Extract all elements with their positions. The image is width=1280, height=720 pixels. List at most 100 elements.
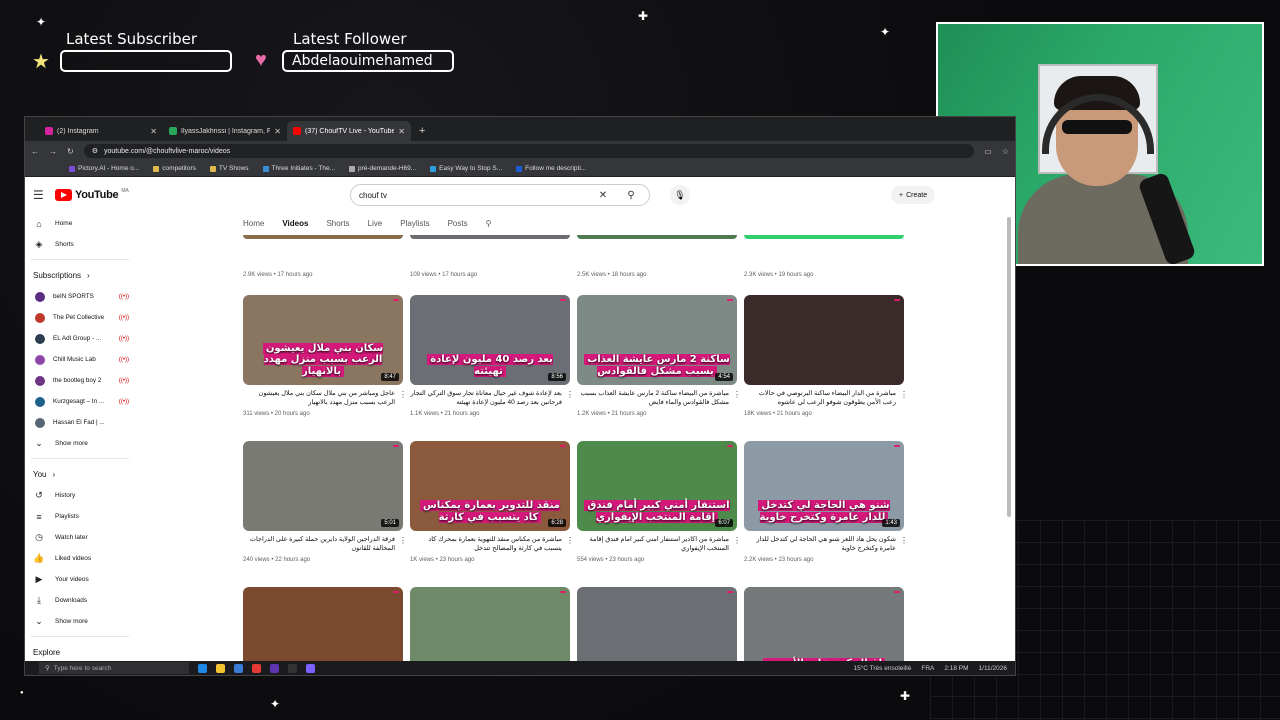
cast-icon[interactable]: ▭ xyxy=(984,147,992,156)
video-title[interactable]: شكون يحل هاد اللغز شنو هي الحاجة لي كتدخ… xyxy=(744,536,904,554)
video-thumbnail[interactable]: 5:01 xyxy=(243,441,403,531)
subscription-item[interactable]: The Pet Collective ((•)) xyxy=(31,307,135,328)
edge-icon[interactable] xyxy=(198,663,207,673)
bookmark-item[interactable]: Easy Way to Stop S... xyxy=(430,165,502,172)
sidebar-item-liked-videos[interactable]: 👍 Liked videos xyxy=(31,548,135,569)
video-title[interactable]: مباشرة من اكادير استنفار أمني كبير امام … xyxy=(577,536,737,554)
video-card[interactable]: بعد رصد 40 مليون لإعادة تهيئته 8:56 بعد لإ… xyxy=(410,295,574,417)
video-thumbnail-partial[interactable] xyxy=(744,235,904,239)
bookmark-item[interactable]: Three Initiates - The... xyxy=(262,165,335,172)
bookmark-item[interactable]: competitors xyxy=(153,165,196,172)
tab-posts[interactable]: Posts xyxy=(448,219,468,228)
reload-icon[interactable]: ↻ xyxy=(67,147,74,156)
forward-icon[interactable]: → xyxy=(49,147,57,156)
store-icon[interactable] xyxy=(234,663,243,673)
video-thumbnail[interactable]: سكان بني ملال يعيشون الرعب بسبب منزل مهد… xyxy=(243,295,403,385)
close-icon[interactable]: ✕ xyxy=(274,127,281,136)
clear-icon[interactable]: ✕ xyxy=(593,190,613,201)
tab-videos[interactable]: Videos xyxy=(282,219,308,228)
sidebar-item-history[interactable]: ↺ History xyxy=(31,485,135,506)
more-options-icon[interactable]: ⋮ xyxy=(733,536,741,545)
chrome-icon[interactable] xyxy=(252,663,261,673)
video-card[interactable]: استنفار أمني كبير أمام فندق إقامة المنتخ… xyxy=(577,441,741,563)
show-more-subscriptions[interactable]: ⌄ Show more xyxy=(31,433,135,454)
subscription-item[interactable]: Hassan El Fad | ... xyxy=(31,412,135,433)
more-options-icon[interactable]: ⋮ xyxy=(566,390,574,399)
back-icon[interactable]: ← xyxy=(31,147,39,156)
video-title[interactable]: بعد لإعادة شوف غير حيال معاناة تجار سوق … xyxy=(410,390,570,408)
url-field[interactable]: ⚙ youtube.com/@chouftvlive-maroc/videos xyxy=(83,144,975,158)
browser-tab[interactable]: (2) Instagram ✕ xyxy=(39,121,163,141)
video-title[interactable]: فرقة الدراجين الولاية دايرين حملة كبيرة … xyxy=(243,536,403,554)
video-thumbnail[interactable]: استنفار أمني كبير أمام فندق إقامة المنتخ… xyxy=(577,441,737,531)
channel-search-icon[interactable]: ⚲ xyxy=(486,219,492,228)
video-title-partial[interactable] xyxy=(253,245,403,265)
sidebar-item-downloads[interactable]: ⤓ Downloads xyxy=(31,590,135,611)
video-thumbnail-partial[interactable] xyxy=(243,235,403,239)
bookmark-item[interactable]: Pictory.AI - Home o... xyxy=(69,165,139,172)
weather-text[interactable]: 15°C Très ensoleillé xyxy=(853,665,911,672)
more-options-icon[interactable]: ⋮ xyxy=(399,390,407,399)
bookmark-item[interactable]: Follow me descripti... xyxy=(516,165,586,172)
subscriptions-heading[interactable]: Subscriptions › xyxy=(31,264,135,286)
video-card[interactable]: منقذ للتدوير بعمارة يمكناس كاد يتسبب في … xyxy=(410,441,574,563)
close-icon[interactable]: ✕ xyxy=(150,127,157,136)
video-thumbnail-partial[interactable] xyxy=(410,235,570,239)
subscription-item[interactable]: EL Adl Group - ... ((•)) xyxy=(31,328,135,349)
create-button[interactable]: + Create xyxy=(891,186,936,204)
video-thumbnail[interactable] xyxy=(744,295,904,385)
clock-time[interactable]: 2:18 PM xyxy=(944,665,968,672)
more-options-icon[interactable]: ⋮ xyxy=(733,390,741,399)
taskbar-search[interactable]: ⚲ Type here to search xyxy=(39,662,189,674)
language-indicator[interactable]: FRA xyxy=(921,665,934,672)
video-thumbnail[interactable]: شنو هي الحاجة لي كتدخل للدار عامرة وكتخر… xyxy=(744,441,904,531)
video-title[interactable]: مباشرة من الدار البيضاء ساكنة البرنوصي ف… xyxy=(744,390,904,408)
more-options-icon[interactable]: ⋮ xyxy=(900,390,908,399)
more-options-icon[interactable]: ⋮ xyxy=(900,536,908,545)
browser-tab-active[interactable]: (37) ChoufTV Live - YouTube ✕ xyxy=(287,121,411,141)
file-explorer-icon[interactable] xyxy=(216,663,225,673)
video-card[interactable]: ساكنة 2 مارس عايشة العذاب بسبب مشكل فالق… xyxy=(577,295,741,417)
you-heading[interactable]: You › xyxy=(31,463,135,485)
video-card[interactable]: مباشرة من الدار البيضاء ساكنة البرنوصي ف… xyxy=(744,295,908,417)
more-options-icon[interactable]: ⋮ xyxy=(566,536,574,545)
video-thumbnail[interactable]: بعد رصد 40 مليون لإعادة تهيئته 8:56 xyxy=(410,295,570,385)
voice-search-icon[interactable]: 🎙 xyxy=(670,185,690,205)
tab-live[interactable]: Live xyxy=(368,219,383,228)
subscription-item[interactable]: Kurzgesagt – In ... ((•)) xyxy=(31,391,135,412)
site-info-icon[interactable]: ⚙ xyxy=(92,147,98,155)
tab-shorts[interactable]: Shorts xyxy=(326,219,349,228)
subscription-item[interactable]: beIN SPORTS ((•)) xyxy=(31,286,135,307)
video-title[interactable]: عاجل ومباشر من بني ملال سكان بني ملال يع… xyxy=(243,390,403,408)
scrollbar[interactable] xyxy=(1007,217,1011,517)
sidebar-item-shorts[interactable]: ◈ Shorts xyxy=(31,234,135,255)
discord-icon[interactable] xyxy=(306,663,315,673)
search-input[interactable]: chouf tv xyxy=(351,191,593,200)
video-card[interactable]: 5:01 فرقة الدراجين الولاية دايرين حملة كب… xyxy=(243,441,407,563)
subscription-item[interactable]: Chill Music Lab ((•)) xyxy=(31,349,135,370)
bookmark-item[interactable]: pré-demande-H69... xyxy=(349,165,416,172)
clock-date[interactable]: 1/11/2026 xyxy=(979,665,1007,672)
show-more-you[interactable]: ⌄ Show more xyxy=(31,611,135,632)
browser-tab[interactable]: IlyassJakhrissi | Instagram, Face ✕ xyxy=(163,121,287,141)
tab-home[interactable]: Home xyxy=(243,219,264,228)
search-icon[interactable]: ⚲ xyxy=(613,185,649,205)
tiktok-icon[interactable] xyxy=(288,663,297,673)
more-options-icon[interactable]: ⋮ xyxy=(399,536,407,545)
video-thumbnail[interactable]: ساكنة 2 مارس عايشة العذاب بسبب مشكل فالق… xyxy=(577,295,737,385)
video-card[interactable]: شنو هي الحاجة لي كتدخل للدار عامرة وكتخر… xyxy=(744,441,908,563)
video-title[interactable]: مباشرة من البيضاء ساكنة 2 مارس عايشة الع… xyxy=(577,390,737,408)
video-card[interactable]: سكان بني ملال يعيشون الرعب بسبب منزل مهد… xyxy=(243,295,407,417)
bookmark-item[interactable]: TV Shows xyxy=(209,165,249,172)
bookmark-star-icon[interactable]: ☆ xyxy=(1002,147,1009,156)
new-tab-icon[interactable]: + xyxy=(411,125,433,141)
sidebar-item-watch-later[interactable]: ◷ Watch later xyxy=(31,527,135,548)
sidebar-item-playlists[interactable]: ≡ Playlists xyxy=(31,506,135,527)
tab-playlists[interactable]: Playlists xyxy=(400,219,429,228)
hamburger-menu-icon[interactable]: ☰ xyxy=(33,188,45,202)
video-thumbnail[interactable]: منقذ للتدوير بعمارة يمكناس كاد يتسبب في … xyxy=(410,441,570,531)
youtube-logo[interactable]: YouTube MA xyxy=(55,188,129,201)
obs-icon[interactable] xyxy=(270,663,279,673)
close-icon[interactable]: ✕ xyxy=(398,127,405,136)
subscription-item[interactable]: the bootleg boy 2 ((•)) xyxy=(31,370,135,391)
